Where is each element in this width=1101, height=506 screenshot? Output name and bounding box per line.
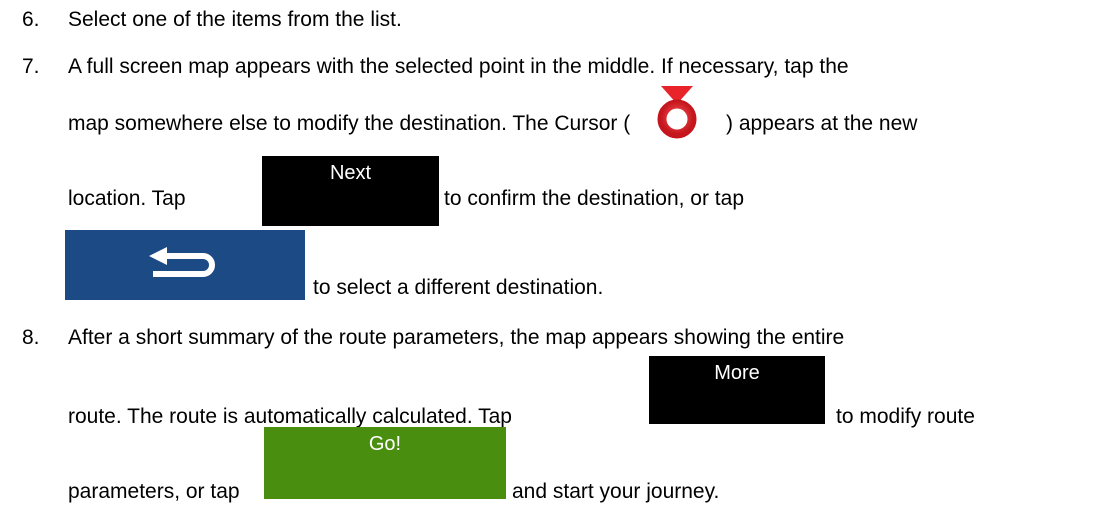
step-text: and start your journey. (512, 480, 720, 503)
step-number: 6. (22, 8, 40, 31)
step-text: location. Tap (68, 187, 186, 210)
next-button-label: Next (329, 162, 372, 184)
go-button-label: Go! (368, 433, 402, 455)
step-text: A full screen map appears with the selec… (68, 55, 849, 78)
step-number: 7. (22, 55, 40, 78)
more-button-label: More (714, 362, 760, 384)
more-button[interactable]: More (649, 356, 825, 424)
cursor-icon (654, 86, 700, 140)
go-button[interactable]: Go! (264, 427, 506, 499)
next-button[interactable]: Next (262, 156, 439, 226)
step-text: to select a different destination. (313, 276, 604, 299)
step-text: map somewhere else to modify the destina… (68, 112, 631, 135)
step-text: to modify route (836, 405, 975, 428)
step-text: Select one of the items from the list. (68, 8, 402, 31)
step-text: After a short summary of the route param… (68, 326, 845, 349)
step-text: parameters, or tap (68, 480, 240, 503)
step-text: route. The route is automatically calcul… (68, 405, 512, 428)
back-arrow-icon (145, 247, 225, 289)
step-text: ) appears at the new (726, 112, 918, 135)
back-button[interactable] (65, 230, 305, 300)
step-number: 8. (22, 326, 40, 349)
step-text: to confirm the destination, or tap (444, 187, 744, 210)
